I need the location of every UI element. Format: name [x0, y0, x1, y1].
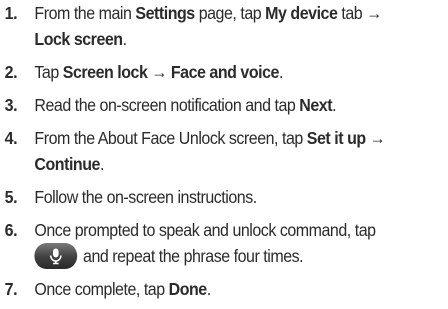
- step-number: 3.: [4, 95, 18, 115]
- step-6: 6. Once prompted to speak and unlock comm…: [0, 217, 407, 269]
- step-3: 3. Read the on-screen notification and ta…: [0, 92, 407, 118]
- settings-label: Settings: [135, 3, 195, 23]
- face-and-voice-label: Screen lock → Face and voice: [62, 62, 280, 82]
- step-number: 5.: [4, 187, 18, 207]
- step-number: 6.: [4, 220, 18, 240]
- step-number: 1.: [4, 3, 18, 23]
- step-5: 5. Follow the on-screen instructions.: [0, 184, 407, 210]
- step-number: 4.: [4, 128, 18, 148]
- step-4: 4. From the About Face Unlock screen, tap…: [0, 125, 407, 177]
- microphone-glyph: [49, 248, 62, 265]
- microphone-icon: [34, 242, 78, 269]
- step-7: 7. Once complete, tap Done.: [0, 276, 407, 302]
- step-number: 7.: [4, 279, 18, 299]
- next-label: Next: [299, 95, 333, 115]
- done-label: Done: [168, 279, 208, 299]
- my-device-label: My device: [265, 3, 338, 23]
- step-2: 2. Tap Screen lock → Face and voice.: [0, 59, 407, 85]
- instruction-list: 1. From the main Settings page, tap My de…: [0, 0, 448, 309]
- step-1: 1. From the main Settings page, tap My de…: [0, 0, 407, 52]
- step-number: 2.: [4, 62, 18, 82]
